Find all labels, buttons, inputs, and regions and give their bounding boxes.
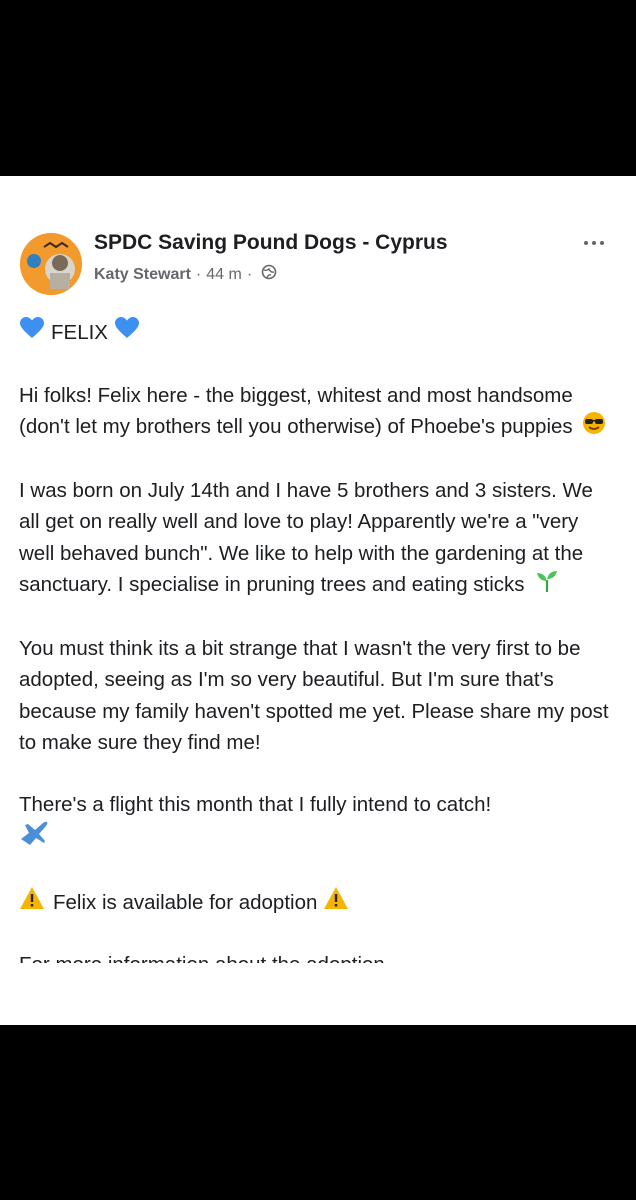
screenshot-frame: SPDC Saving Pound Dogs - Cyprus Katy Ste… [0,0,636,1200]
page-name[interactable]: SPDC Saving Pound Dogs - Cyprus [94,231,448,255]
paragraph-adoption-hope: You must think its a bit strange that I … [19,636,609,755]
post-title: FELIX [51,321,108,344]
more-dot [600,241,604,245]
post-header: SPDC Saving Pound Dogs - Cyprus Katy Ste… [20,229,620,299]
more-dot [592,241,596,245]
blue-heart-icon [114,316,140,350]
post-meta: Katy Stewart · 44 m · [94,264,277,285]
warning-icon [323,886,349,920]
paragraph-intro-text: Hi folks! Felix here - the biggest, whit… [19,383,573,439]
post-body: FELIX Hi folks! Felix here - the biggest… [19,316,619,993]
sunglasses-face-icon [582,411,606,445]
paragraph-flight: There's a flight this month that I fully… [19,789,619,856]
paragraph-intro: Hi folks! Felix here - the biggest, whit… [19,380,619,445]
warning-icon [19,886,45,920]
paragraph-available: Felix is available for adoption [19,886,619,920]
paragraph-siblings-text: I was born on July 14th and I have 5 bro… [19,478,593,597]
paragraph-available-text: Felix is available for adoption [53,890,318,914]
page-avatar[interactable] [20,233,82,295]
author-name[interactable]: Katy Stewart [94,266,191,284]
meta-separator-2: · [246,265,253,283]
airplane-icon [19,820,49,856]
post-timestamp[interactable]: 44 m [206,266,242,284]
meta-separator: · [195,265,202,283]
blue-heart-icon [19,316,45,350]
more-options-button[interactable] [576,233,612,253]
seedling-icon [534,569,560,603]
facebook-post: SPDC Saving Pound Dogs - Cyprus Katy Ste… [0,176,636,1025]
paragraph-more-info-partial: For more information about the adoption [19,949,619,963]
paragraph-flight-text: There's a flight this month that I fully… [19,792,492,816]
paragraph-siblings: I was born on July 14th and I have 5 bro… [19,475,619,603]
globe-icon [261,264,277,285]
more-dot [584,241,588,245]
post-title-line: FELIX [19,316,619,350]
